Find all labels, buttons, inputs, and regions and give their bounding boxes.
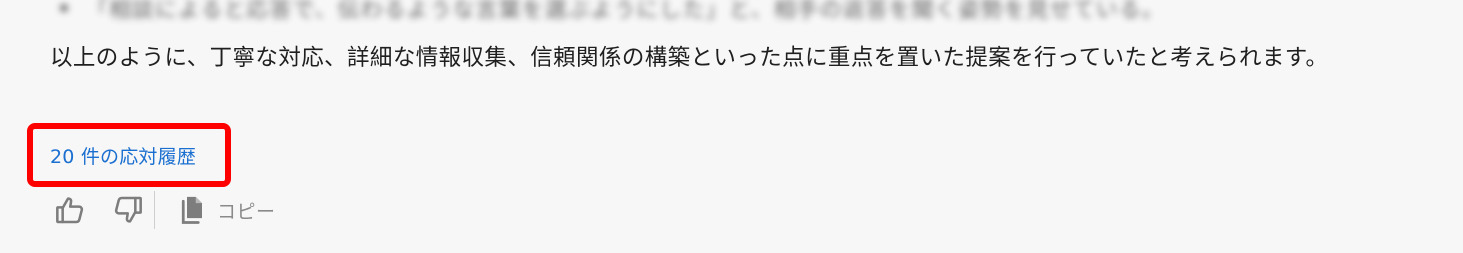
copy-icon	[181, 196, 202, 224]
toolbar-divider	[154, 191, 155, 229]
previous-list-item-text: 「相談によると応答で、伝わるような言葉を選ぶようにした」と、相手の返答を聞く姿勢…	[86, 0, 1165, 23]
copy-button[interactable]: コピー	[179, 192, 276, 228]
chat-response-panel: 「相談によると応答で、伝わるような言葉を選ぶようにした」と、相手の返答を聞く姿勢…	[0, 0, 1463, 253]
feedback-toolbar: コピー	[52, 190, 276, 230]
answer-text: 以上のように、丁寧な対応、詳細な情報収集、信頼関係の構築といった点に重点を置いた…	[50, 45, 1329, 71]
thumbs-up-icon	[56, 197, 84, 224]
bullet-icon	[60, 4, 68, 12]
history-highlight-box: 20 件の応対履歴	[27, 123, 231, 187]
thumbs-down-icon	[114, 196, 142, 223]
response-history-link[interactable]: 20 件の応対履歴	[50, 142, 196, 169]
thumbs-up-button[interactable]	[52, 192, 88, 228]
previous-list-item: 「相談によると応答で、伝わるような言葉を選ぶようにした」と、相手の返答を聞く姿勢…	[60, 0, 1230, 23]
thumbs-down-button[interactable]	[110, 192, 146, 228]
copy-label: コピー	[217, 200, 276, 223]
